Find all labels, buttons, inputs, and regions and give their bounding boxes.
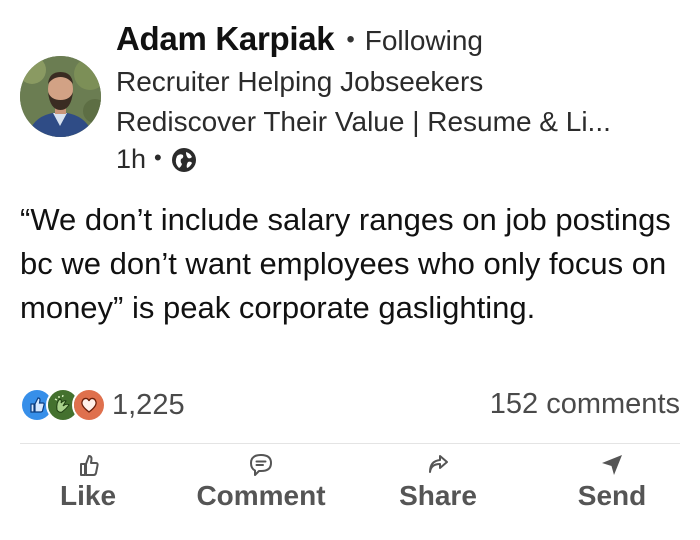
author-headline-line-1: Recruiter Helping Jobseekers — [116, 66, 484, 97]
separator-dot: • — [346, 26, 355, 53]
divider — [20, 443, 680, 444]
like-label: Like — [59, 480, 117, 511]
post-meta: 1h • — [116, 144, 686, 175]
share-icon — [429, 455, 448, 473]
meta-separator-dot: • — [154, 144, 162, 170]
post-header: Adam Karpiak • Following Recruiter Helpi… — [116, 20, 686, 175]
love-reaction-icon — [72, 388, 106, 422]
author-avatar[interactable] — [20, 56, 101, 137]
reactions-summary[interactable]: 1,225 — [20, 388, 185, 422]
comment-icon — [250, 454, 272, 476]
post-time: 1h — [116, 144, 147, 174]
share-button[interactable]: Share — [390, 452, 486, 512]
like-button[interactable]: Like — [55, 452, 121, 512]
comments-count[interactable]: 152 comments — [490, 388, 680, 421]
share-label: Share — [399, 480, 477, 511]
globe-icon — [171, 147, 197, 173]
reaction-count: 1,225 — [112, 388, 185, 421]
author-headline: Recruiter Helping Jobseekers Rediscover … — [116, 62, 676, 142]
send-icon — [602, 455, 622, 475]
post-text: “We don’t include salary ranges on job p… — [20, 202, 671, 325]
follow-status[interactable]: Following — [365, 25, 483, 57]
author-name[interactable]: Adam Karpiak — [116, 20, 335, 58]
author-headline-line-2: Rediscover Their Value | Resume & Li... — [116, 106, 611, 137]
thumbs-up-icon — [80, 455, 99, 476]
send-label: Send — [577, 480, 647, 511]
reaction-icons — [20, 388, 106, 422]
comment-label: Comment — [196, 480, 326, 511]
comment-button[interactable]: Comment — [186, 452, 336, 512]
author-name-row: Adam Karpiak • Following — [116, 20, 686, 58]
action-bar: Like Comment Share Send — [0, 452, 700, 532]
send-button[interactable]: Send — [570, 452, 654, 512]
